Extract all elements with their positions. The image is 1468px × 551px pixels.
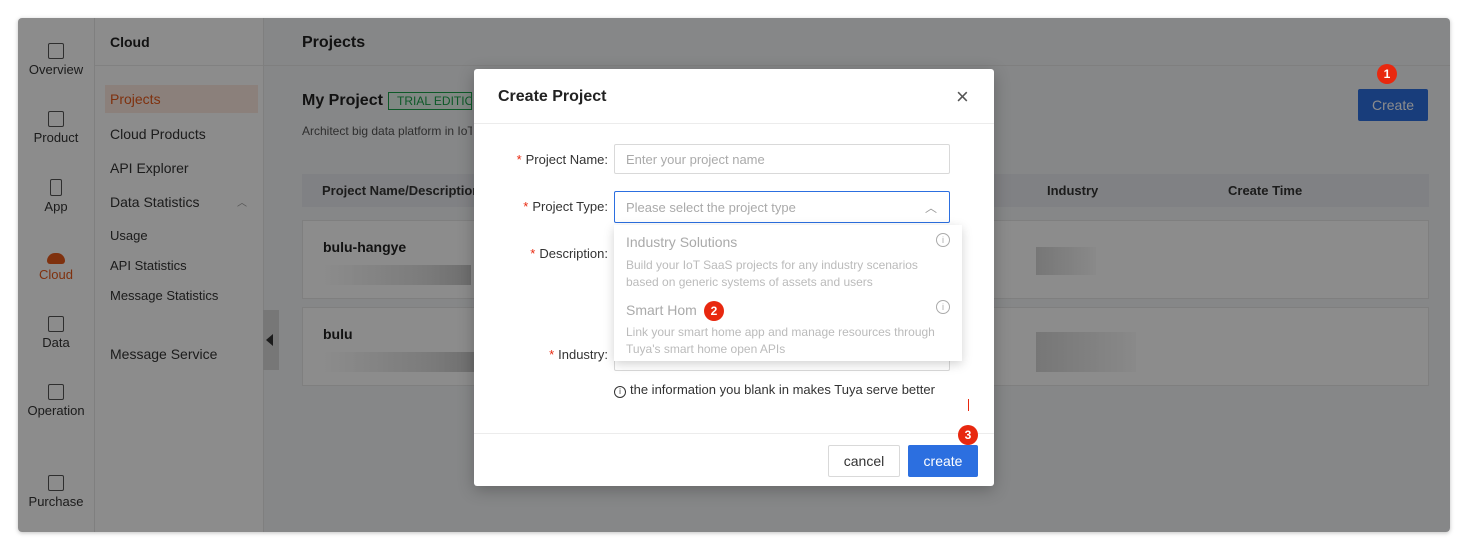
- text-cursor: [968, 399, 969, 411]
- step-badge-2: 2: [704, 301, 724, 321]
- info-icon: i: [614, 386, 626, 398]
- cancel-button[interactable]: cancel: [828, 445, 900, 477]
- close-icon[interactable]: ×: [956, 86, 969, 108]
- info-icon[interactable]: i: [936, 300, 950, 314]
- create-button[interactable]: create: [908, 445, 978, 477]
- option-description: Build your IoT SaaS projects for any ind…: [626, 258, 918, 289]
- option-industry-solutions[interactable]: Industry Solutions: [626, 234, 737, 250]
- project-name-input[interactable]: Enter your project name: [614, 144, 950, 174]
- required-marker: *: [530, 246, 536, 261]
- option-smart-home[interactable]: Smart Hom: [626, 302, 697, 318]
- dialog-title: Create Project: [498, 88, 607, 105]
- industry-label-text: Industry: [558, 347, 605, 362]
- project-name-label: * Project Name:: [516, 152, 608, 167]
- divider: [474, 433, 994, 434]
- required-marker: *: [516, 152, 522, 167]
- required-marker: *: [523, 199, 529, 214]
- step-badge-3: 3: [958, 425, 978, 445]
- project-type-label-text: Project Type: [532, 199, 605, 214]
- project-type-select[interactable]: Please select the project type ︿: [614, 191, 950, 223]
- description-label-text: Description: [539, 246, 605, 261]
- chevron-up-icon: ︿: [924, 201, 937, 215]
- form-hint: i the information you blank in makes Tuya…: [614, 382, 935, 398]
- info-icon[interactable]: i: [936, 233, 950, 247]
- create-project-dialog: Create Project × * Project Name: Enter yo…: [474, 69, 994, 486]
- project-type-label: * Project Type:: [523, 199, 608, 214]
- required-marker: *: [549, 347, 555, 362]
- description-label: * Description:: [530, 246, 608, 261]
- industry-label: * Industry:: [549, 347, 608, 362]
- project-type-placeholder: Please select the project type: [626, 200, 796, 215]
- project-name-label-text: Project Name: [525, 152, 605, 167]
- project-type-dropdown: Industry Solutions i Build your IoT SaaS…: [614, 225, 962, 361]
- hint-text: the information you blank in makes Tuya …: [630, 382, 935, 397]
- option-description: Link your smart home app and manage reso…: [626, 325, 935, 356]
- step-badge-1: 1: [1377, 64, 1397, 84]
- console-window: Overview Product App Cloud Data Operatio…: [18, 18, 1450, 532]
- divider: [474, 123, 994, 124]
